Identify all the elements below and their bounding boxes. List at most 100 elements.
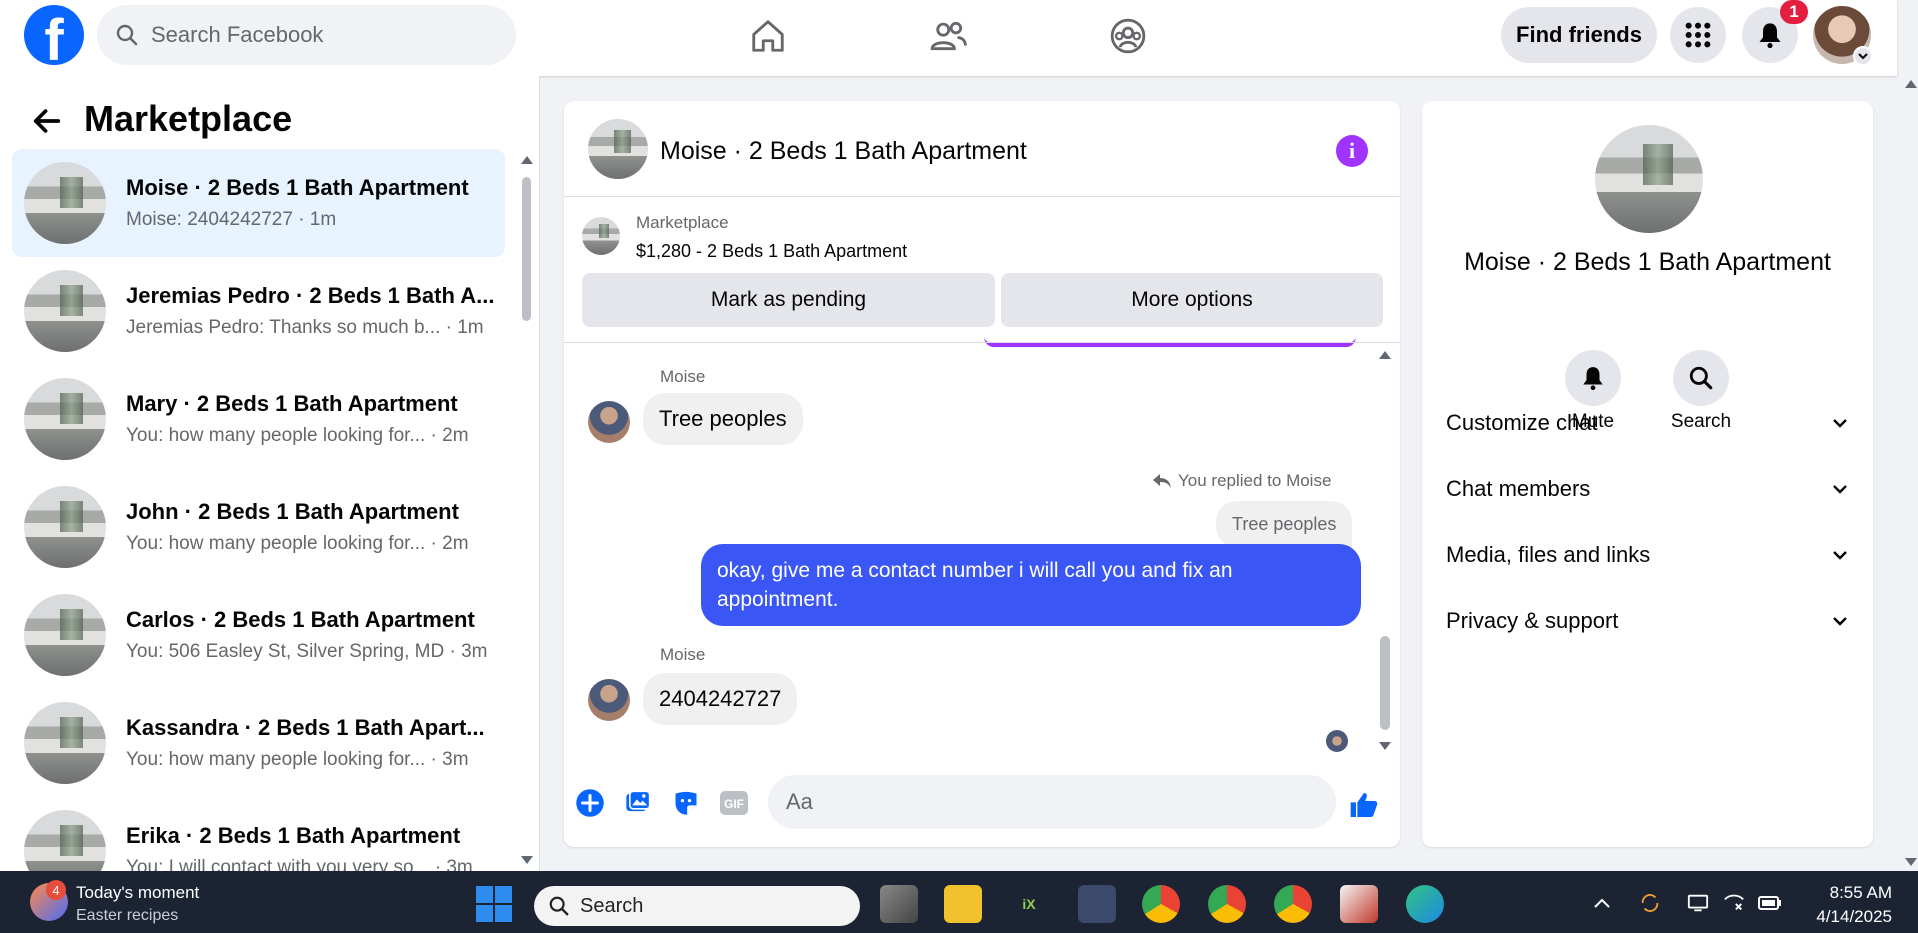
facebook-logo[interactable]: f [24,5,84,65]
scroll-up-arrow[interactable] [521,156,533,164]
edge-browser-icon[interactable] [1406,885,1444,923]
listing-thumbnail [24,486,106,568]
conversation-name: Jeremias Pedro · 2 Beds 1 Bath A... [126,283,495,308]
conversation-preview: You: how many people looking for... · 2m [126,533,469,554]
network-icon[interactable] [1722,891,1746,915]
chat-header: Moise · 2 Beds 1 Bath Apartment i [564,101,1400,197]
privacy-support-section[interactable]: Privacy & support [1446,593,1850,649]
sender-avatar[interactable] [588,679,630,721]
sender-avatar[interactable] [588,401,630,443]
reply-note-text: You replied to Moise [1178,471,1332,490]
details-title: Moise · 2 Beds 1 Bath Apartment [1464,248,1831,276]
friends-icon[interactable] [926,14,970,58]
page-scroll-down-arrow[interactable] [1905,858,1917,866]
info-icon[interactable]: i [1336,135,1368,167]
show-hidden-icons-chevron-up-icon[interactable] [1590,891,1614,915]
chrome-profile-2-icon[interactable] [1208,885,1246,923]
groups-icon[interactable] [1106,14,1150,58]
more-options-button[interactable]: More options [1001,273,1383,327]
gif-icon[interactable]: GIF [718,787,750,819]
mark-as-pending-button[interactable]: Mark as pending [582,273,995,327]
clock-date[interactable]: 4/14/2025 [1792,907,1892,927]
scroll-down-arrow[interactable] [521,856,533,864]
battery-icon[interactable] [1758,891,1782,915]
moment-badge: 4 [46,880,66,900]
chat-scrollbar[interactable] [1380,636,1390,730]
chevron-down-icon [1833,617,1847,626]
conversation-item[interactable]: Carlos · 2 Beds 1 Bath Apartment You: 506… [12,581,505,689]
sticker-icon[interactable] [670,787,702,819]
conversation-name: Kassandra · 2 Beds 1 Bath Apart... [126,715,485,740]
media-files-links-section[interactable]: Media, files and links [1446,527,1850,583]
outgoing-message[interactable]: okay, give me a contact number i will ca… [701,544,1361,626]
incoming-message[interactable]: 2404242727 [643,673,798,725]
app-x-icon[interactable]: iX [1010,885,1048,923]
listing-thumbnail [24,270,106,352]
search-placeholder: Search Facebook [151,22,324,47]
marketplace-listing-thumbnail [582,217,620,255]
message-sender: Moise [660,367,706,386]
conversation-preview: You: how many people looking for... · 2m [126,425,469,446]
listing-price-title[interactable]: $1,280 - 2 Beds 1 Bath Apartment [636,241,907,262]
conversation-preview: Moise: 2404242727 · 1m [126,209,337,230]
divider [564,342,1400,343]
photo-icon[interactable] [622,787,654,819]
conversation-item[interactable]: Jeremias Pedro · 2 Beds 1 Bath A... Jerem… [12,257,505,365]
conversation-list-scrollbar[interactable] [522,177,531,321]
message-input-placeholder: Aa [786,789,813,814]
clock-time[interactable]: 8:55 AM [1806,883,1892,903]
replied-message-quote[interactable]: Tree peoples [1216,501,1353,547]
conversation-item[interactable]: Erika · 2 Beds 1 Bath Apartment You: I wi… [12,797,505,871]
find-friends-button[interactable]: Find friends [1501,7,1657,63]
moment-title[interactable]: Today's moment [76,883,199,903]
chat-listing-thumbnail [588,119,648,179]
home-icon[interactable] [746,14,790,58]
message-sender: Moise [660,645,706,664]
windows-taskbar: 4 Today's moment Easter recipes Search i… [0,871,1918,933]
display-icon[interactable] [1686,891,1710,915]
taskbar-search[interactable]: Search [534,886,860,926]
windows-start-icon[interactable] [476,886,512,922]
details-listing-thumbnail [1595,125,1703,233]
back-arrow-icon[interactable] [30,104,64,143]
app-chart-icon[interactable] [1340,885,1378,923]
taskbar-search-label: Search [580,894,644,917]
conversation-name: Moise · 2 Beds 1 Bath Apartment [126,175,469,200]
marketplace-conversation-list: Marketplace Moise · 2 Beds 1 Bath Apartm… [0,76,540,871]
chrome-profile-r-icon[interactable] [1142,885,1180,923]
conversation-name: John · 2 Beds 1 Bath Apartment [126,499,459,524]
conversation-name: Erika · 2 Beds 1 Bath Apartment [126,823,461,848]
gif-label: GIF [724,797,744,811]
thumbs-up-icon[interactable] [1348,789,1380,821]
chrome-profile-3-icon[interactable] [1274,885,1312,923]
sync-icon[interactable] [1638,891,1662,915]
message-input[interactable]: Aa [768,775,1336,829]
conversation-item[interactable]: Kassandra · 2 Beds 1 Bath Apart... You: h… [12,689,505,797]
customize-chat-section[interactable]: Customize chat [1446,395,1850,451]
conversation-name: Carlos · 2 Beds 1 Bath Apartment [126,607,475,632]
menu-grid-icon[interactable] [1670,7,1726,63]
reply-note: You replied to Moise [1152,471,1331,491]
plus-circle-icon[interactable] [574,787,606,819]
conversation-item[interactable]: Moise · 2 Beds 1 Bath Apartment Moise: 24… [12,149,505,257]
page-scroll-up-arrow[interactable] [1905,80,1917,88]
conversation-name: Mary · 2 Beds 1 Bath Apartment [126,391,458,416]
chat-scroll-up-arrow[interactable] [1379,351,1391,359]
listing-thumbnail [24,162,106,244]
conversation-item[interactable]: Mary · 2 Beds 1 Bath Apartment You: how m… [12,365,505,473]
account-chevron-down-icon[interactable] [1853,46,1873,66]
app-figure-icon[interactable] [1078,885,1116,923]
chat-scroll-down-arrow[interactable] [1379,742,1391,750]
search-facebook-input[interactable]: Search Facebook [97,5,516,65]
incoming-message[interactable]: Tree peoples [643,393,803,445]
reply-arrow-icon [1153,474,1171,488]
task-view-icon[interactable] [880,885,918,923]
search-icon [116,24,138,46]
chat-title[interactable]: Moise · 2 Beds 1 Bath Apartment [660,137,1027,166]
conversation-item[interactable]: John · 2 Beds 1 Bath Apartment You: how m… [12,473,505,581]
chat-members-section[interactable]: Chat members [1446,461,1850,517]
conversation-preview: You: I will contact with you very so... … [126,857,473,871]
file-explorer-icon[interactable] [944,885,982,923]
listing-thumbnail [24,702,106,784]
conversation-preview: You: 506 Easley St, Silver Spring, MD · … [126,641,488,662]
